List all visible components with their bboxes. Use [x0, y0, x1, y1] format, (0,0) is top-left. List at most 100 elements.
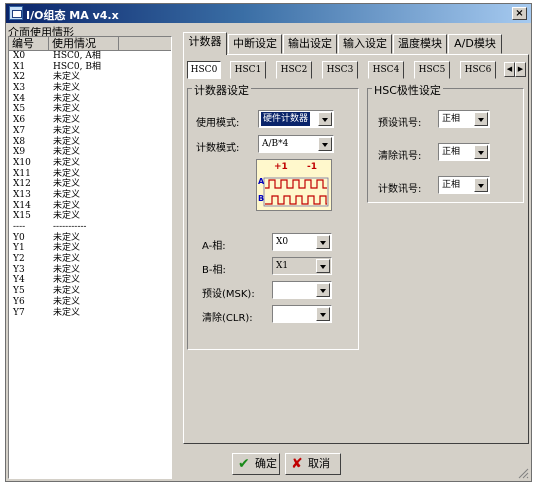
list-item-usage: 未定义 — [53, 307, 81, 318]
count-signal-value: 正相 — [442, 180, 461, 190]
chevron-down-icon[interactable] — [318, 137, 332, 151]
list-item-usage: 未定义 — [53, 72, 81, 83]
list-item-id: X5 — [13, 104, 26, 115]
chevron-down-icon[interactable] — [316, 259, 330, 273]
list-item[interactable]: X2 未定义 — [9, 72, 171, 83]
hsc-polarity-title: HSC极性设定 — [372, 82, 443, 98]
chevron-down-icon[interactable] — [474, 112, 488, 126]
list-item[interactable]: X4 未定义 — [9, 94, 171, 105]
ok-button[interactable]: ✔ 确定 — [232, 453, 280, 475]
list-item[interactable]: X10 未定义 — [9, 158, 171, 169]
list-item-usage: 未定义 — [53, 83, 81, 94]
cancel-button[interactable]: ✘ 取消 — [285, 453, 341, 475]
list-item[interactable]: X8 未定义 — [9, 137, 171, 148]
list-item-id: X11 — [13, 168, 31, 179]
a-phase-select[interactable]: X0 — [272, 233, 332, 251]
list-item-id: X4 — [13, 93, 26, 104]
list-item[interactable]: X11 未定义 — [9, 169, 171, 180]
close-button[interactable]: × — [512, 7, 527, 20]
list-item[interactable]: X12 未定义 — [9, 179, 171, 190]
subtab-hsc1[interactable]: HSC1 — [230, 61, 266, 79]
list-item-usage: 未定义 — [53, 264, 81, 275]
use-mode-select[interactable]: 硬件计数器 — [258, 110, 334, 128]
clear-signal-select[interactable]: 正相 — [438, 143, 490, 161]
chevron-down-icon[interactable] — [316, 283, 330, 297]
settings-panel: 计数器 中断设定 输出设定 输入设定 温度模块 A/D模块 HSC0 HSC1 … — [181, 23, 531, 481]
usage-list[interactable]: 编号 使用情况 X0 HSC0, A相 X1 HSC0, B相 X2 未定义 X3 未定义 X4… — [8, 36, 172, 479]
list-item[interactable]: Y4 未定义 — [9, 275, 171, 286]
column-header-id[interactable]: 编号 — [9, 37, 49, 50]
use-mode-value: 硬件计数器 — [261, 112, 311, 126]
clear-clr-select[interactable] — [272, 305, 332, 323]
list-item[interactable]: X6 未定义 — [9, 115, 171, 126]
subtab-scroll: ◀ ▶ — [504, 62, 526, 77]
list-item-id: Y7 — [13, 307, 25, 318]
list-item-id: X1 — [13, 61, 26, 72]
list-item[interactable]: Y6 未定义 — [9, 297, 171, 308]
list-item-usage: HSC0, B相 — [53, 61, 101, 72]
list-item[interactable]: X7 未定义 — [9, 126, 171, 137]
subtab-hsc3[interactable]: HSC3 — [322, 61, 358, 79]
chevron-down-icon[interactable] — [474, 145, 488, 159]
counter-settings-title: 计数器设定 — [192, 82, 251, 98]
b-phase-select[interactable]: X1 — [272, 257, 332, 275]
list-item-usage: 未定义 — [53, 275, 81, 286]
chevron-down-icon[interactable] — [316, 235, 330, 249]
preset-signal-select[interactable]: 正相 — [438, 110, 490, 128]
chevron-down-icon[interactable] — [316, 307, 330, 321]
resize-grip-icon[interactable] — [517, 467, 529, 479]
list-item[interactable]: Y7 未定义 — [9, 308, 171, 319]
a-phase-value: X0 — [276, 237, 289, 247]
list-item[interactable]: X13 未定义 — [9, 190, 171, 201]
tab-interrupt[interactable]: 中断设定 — [228, 34, 282, 54]
list-item[interactable]: Y1 未定义 — [9, 243, 171, 254]
b-phase-value: X1 — [276, 261, 289, 271]
list-item-id: X15 — [13, 211, 31, 222]
list-item[interactable]: Y5 未定义 — [9, 286, 171, 297]
subtab-hsc5[interactable]: HSC5 — [414, 61, 450, 79]
clear-signal-label: 清除讯号: — [378, 151, 422, 162]
cancel-button-label: 取消 — [308, 457, 330, 470]
tab-output[interactable]: 输出设定 — [283, 34, 337, 54]
check-icon: ✔ — [238, 456, 250, 472]
count-mode-select[interactable]: A/B*4 — [258, 135, 334, 153]
subtab-hsc6[interactable]: HSC6 — [460, 61, 496, 79]
list-item-id: Y5 — [13, 286, 25, 297]
list-item[interactable]: X9 未定义 — [9, 147, 171, 158]
column-header-usage[interactable]: 使用情况 — [49, 37, 119, 50]
diagram-a-label: A — [258, 177, 265, 186]
list-item-id: Y6 — [13, 296, 25, 307]
list-item[interactable]: X1 HSC0, B相 — [9, 62, 171, 73]
subtab-hsc2[interactable]: HSC2 — [276, 61, 312, 79]
list-item-id: X8 — [13, 136, 26, 147]
list-item[interactable]: X3 未定义 — [9, 83, 171, 94]
count-signal-select[interactable]: 正相 — [438, 176, 490, 194]
list-item[interactable]: Y3 未定义 — [9, 265, 171, 276]
chevron-down-icon[interactable] — [474, 178, 488, 192]
tab-temperature[interactable]: 温度模块 — [393, 34, 447, 54]
tab-counter[interactable]: 计数器 — [183, 32, 227, 55]
app-icon — [9, 6, 23, 20]
subtab-hsc4[interactable]: HSC4 — [368, 61, 404, 79]
tab-ad-module[interactable]: A/D模块 — [448, 34, 502, 54]
list-item-id: X14 — [13, 200, 31, 211]
list-item[interactable]: X15 未定义 — [9, 211, 171, 222]
subtab-hsc0[interactable]: HSC0 — [187, 61, 221, 79]
tab-input[interactable]: 输入设定 — [338, 34, 392, 54]
use-mode-label: 使用模式: — [196, 118, 240, 129]
list-item[interactable]: ---- ----------- — [9, 222, 171, 233]
list-item[interactable]: X5 未定义 — [9, 104, 171, 115]
list-item[interactable]: X14 未定义 — [9, 201, 171, 212]
list-item-id: X13 — [13, 189, 31, 200]
scroll-right-icon[interactable]: ▶ — [515, 62, 526, 77]
list-item[interactable]: Y0 未定义 — [9, 233, 171, 244]
title-bar[interactable]: I/O组态 MA v4.x × — [6, 4, 531, 23]
scroll-left-icon[interactable]: ◀ — [504, 62, 515, 77]
chevron-down-icon[interactable] — [318, 112, 332, 126]
list-item[interactable]: Y2 未定义 — [9, 254, 171, 265]
preset-msk-select[interactable] — [272, 281, 332, 299]
list-item[interactable]: X0 HSC0, A相 — [9, 51, 171, 62]
list-item-usage: 未定义 — [53, 168, 81, 179]
list-item-usage: 未定义 — [53, 286, 81, 297]
list-item-id: X9 — [13, 147, 26, 158]
